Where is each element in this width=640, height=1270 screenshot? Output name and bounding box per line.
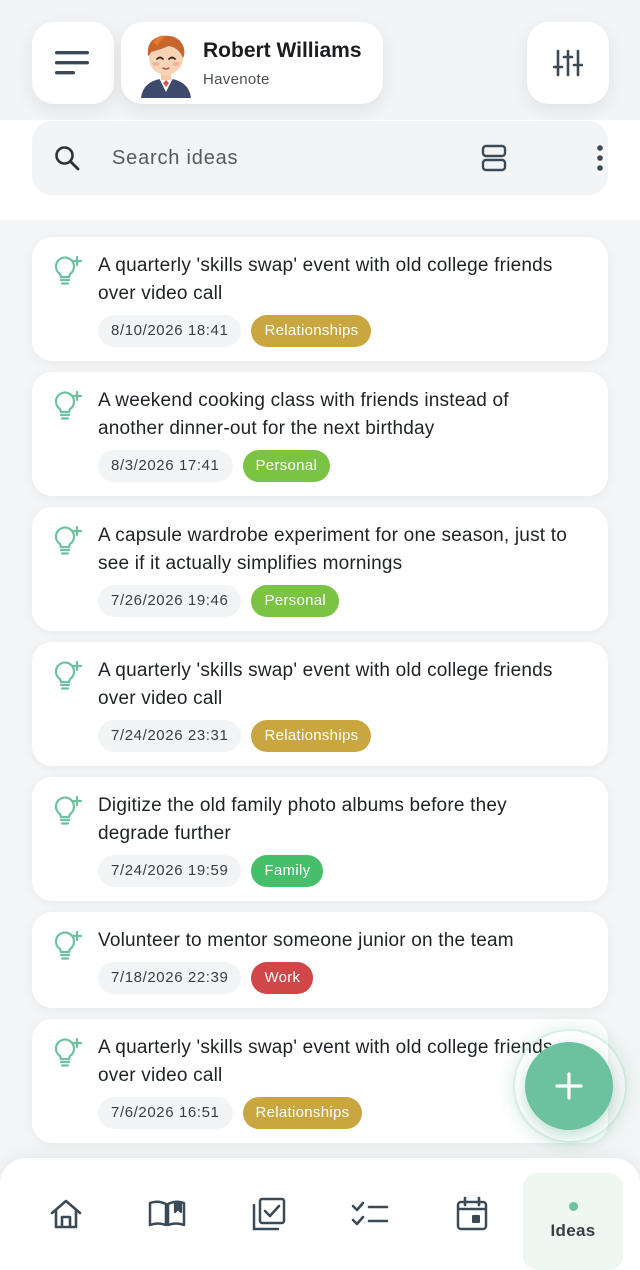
add-idea-button[interactable]: [525, 1042, 613, 1130]
idea-title: A quarterly 'skills swap' event with old…: [98, 660, 553, 709]
tag-chip[interactable]: Personal: [251, 585, 340, 617]
menu-icon: [55, 51, 89, 75]
nav-tasks[interactable]: [224, 1168, 314, 1260]
tag-chip[interactable]: Family: [251, 855, 324, 887]
plus-icon: [555, 1072, 583, 1100]
lightbulb-sparkle-icon: [54, 390, 83, 420]
idea-title: A capsule wardrobe experiment for one se…: [98, 525, 567, 574]
nav-journal[interactable]: [122, 1168, 212, 1260]
idea-card[interactable]: Digitize the old family photo albums bef…: [32, 777, 608, 901]
lightbulb-sparkle-icon: [54, 795, 83, 825]
date-chip: 7/6/2026 16:51: [98, 1097, 233, 1129]
idea-card[interactable]: A quarterly 'skills swap' event with old…: [32, 642, 608, 766]
search-input[interactable]: [112, 139, 442, 177]
lightbulb-sparkle-icon: [54, 930, 83, 960]
idea-meta: 7/18/2026 22:39 Work: [98, 962, 314, 994]
tag-chip[interactable]: Relationships: [242, 1097, 363, 1129]
idea-title: A quarterly 'skills swap' event with old…: [98, 255, 553, 304]
checkbox-icon: [252, 1197, 286, 1231]
idea-card[interactable]: Volunteer to mentor someone junior on th…: [32, 912, 608, 1008]
idea-meta: 7/26/2026 19:46 Personal: [98, 585, 340, 617]
date-chip: 7/24/2026 19:59: [98, 855, 242, 887]
nav-calendar[interactable]: [427, 1168, 517, 1260]
idea-meta: 7/24/2026 19:59 Family: [98, 855, 324, 887]
active-indicator-dot: [568, 1202, 578, 1211]
search-icon: [55, 146, 80, 171]
idea-title: Digitize the old family photo albums bef…: [98, 795, 507, 844]
more-vertical-icon[interactable]: [592, 143, 608, 173]
idea-meta: 8/3/2026 17:41 Personal: [98, 450, 331, 482]
avatar: [141, 35, 191, 98]
tag-chip[interactable]: Relationships: [251, 315, 372, 347]
date-chip: 7/24/2026 23:31: [98, 720, 242, 752]
idea-title: A quarterly 'skills swap' event with old…: [98, 1037, 553, 1086]
idea-title: A weekend cooking class with friends ins…: [98, 390, 509, 439]
view-toggle-icon[interactable]: [481, 144, 507, 172]
home-icon: [50, 1199, 82, 1229]
tag-chip[interactable]: Personal: [242, 450, 331, 482]
tag-chip[interactable]: Relationships: [251, 720, 372, 752]
app-screen: Robert Williams Havenote Search ideas A …: [0, 0, 640, 1270]
bottom-nav: Ideas: [0, 1158, 640, 1270]
date-chip: 7/18/2026 22:39: [98, 962, 242, 994]
idea-card[interactable]: A weekend cooking class with friends ins…: [32, 372, 608, 496]
lightbulb-sparkle-icon: [54, 525, 83, 555]
date-chip: 7/26/2026 19:46: [98, 585, 242, 617]
search-bar: [32, 121, 608, 195]
nav-ideas[interactable]: Ideas: [523, 1173, 623, 1270]
nav-ideas-label: Ideas: [550, 1221, 596, 1240]
profile-name: Robert Williams: [203, 39, 362, 62]
idea-card[interactable]: A quarterly 'skills swap' event with old…: [32, 237, 608, 361]
idea-meta: 8/10/2026 18:41 Relationships: [98, 315, 372, 347]
filter-button[interactable]: [527, 22, 609, 104]
profile-card[interactable]: Robert Williams Havenote: [121, 22, 383, 104]
nav-checklist[interactable]: [325, 1168, 415, 1260]
date-chip: 8/10/2026 18:41: [98, 315, 242, 347]
profile-subtitle: Havenote: [203, 71, 270, 88]
idea-title: Volunteer to mentor someone junior on th…: [98, 930, 514, 951]
tag-chip[interactable]: Work: [251, 962, 314, 994]
calendar-icon: [456, 1196, 488, 1231]
nav-home[interactable]: [21, 1168, 111, 1260]
sliders-icon: [553, 49, 583, 77]
idea-meta: 7/6/2026 16:51 Relationships: [98, 1097, 363, 1129]
lightbulb-sparkle-icon: [54, 1037, 83, 1067]
checklist-icon: [351, 1201, 389, 1226]
lightbulb-sparkle-icon: [54, 660, 83, 690]
menu-button[interactable]: [32, 22, 114, 104]
idea-card[interactable]: A capsule wardrobe experiment for one se…: [32, 507, 608, 631]
book-open-icon: [148, 1200, 186, 1227]
idea-meta: 7/24/2026 23:31 Relationships: [98, 720, 372, 752]
date-chip: 8/3/2026 17:41: [98, 450, 233, 482]
header: Robert Williams Havenote: [0, 0, 640, 220]
lightbulb-sparkle-icon: [54, 255, 83, 285]
